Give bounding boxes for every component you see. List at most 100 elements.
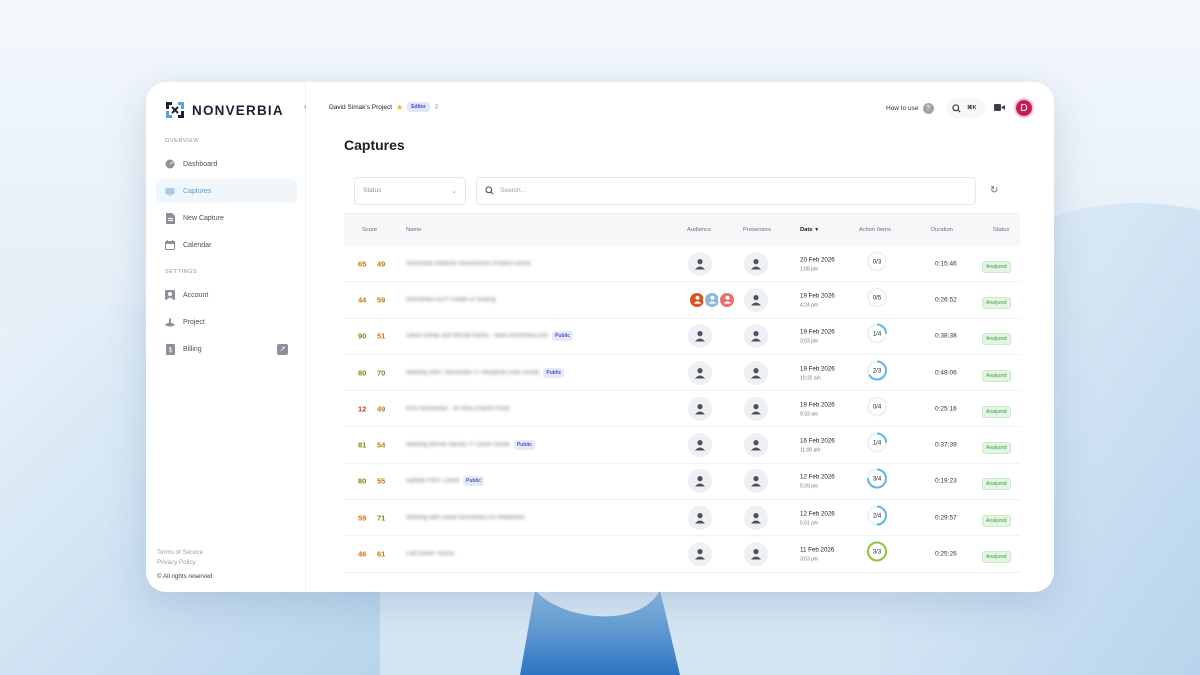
duration: 0:25:26 xyxy=(935,550,957,558)
search-placeholder: Search... xyxy=(500,187,527,194)
public-badge: Public xyxy=(513,440,535,451)
project-switcher[interactable]: David Simak's Project ★ Editor ⇕ xyxy=(329,102,440,112)
capture-name-cell[interactable]: Meeting Intro: Nonverbia <> Mustpola (Si… xyxy=(406,367,565,378)
table-row[interactable]: 80 55 Update Pitch: David Public 12 Feb 2026… xyxy=(344,464,1020,501)
how-to-use-button[interactable]: How to use ? xyxy=(886,103,934,114)
presenters-cell xyxy=(744,251,768,276)
sidebar-item-calendar[interactable]: Calendar xyxy=(156,233,297,257)
date-cell: 19 Feb 2026 4:24 pm xyxy=(800,290,835,309)
capture-name-cell[interactable]: Intro Nonverbia - 30 mins (Panel Pivot) xyxy=(406,406,509,412)
status-badge: Analyzed xyxy=(982,514,1011,527)
user-avatar[interactable]: D xyxy=(1014,98,1034,118)
capture-time: 1:08 pm xyxy=(800,266,819,273)
header-date[interactable]: Date ▼ xyxy=(800,227,819,233)
status-filter[interactable]: Status ⌄ xyxy=(354,176,466,205)
audience-avatars[interactable] xyxy=(688,290,736,309)
audience-avatar[interactable] xyxy=(688,251,712,276)
table-row[interactable]: 65 49 Nonverbia Website NeuroDemo Product … xyxy=(344,246,1020,283)
score-secondary: 55 xyxy=(377,476,386,486)
capture-name-cell[interactable]: Nonverbia GCP Credits & Scaling xyxy=(406,297,496,303)
capture-name: Update Pitch: David xyxy=(406,478,460,485)
command-search-button[interactable]: ⌘K xyxy=(946,98,986,118)
audience-avatar[interactable] xyxy=(688,505,712,530)
header-name[interactable]: Name xyxy=(406,227,421,233)
sort-desc-icon: ▼ xyxy=(814,227,820,233)
header-duration[interactable]: Duration xyxy=(931,227,953,233)
status-badge: Analyzed xyxy=(982,296,1011,309)
terms-link[interactable]: Terms of Service xyxy=(157,548,212,558)
presenter-avatar[interactable] xyxy=(744,542,768,567)
table-row[interactable]: 81 54 Meeting Michal Vacula <> David Simak… xyxy=(344,427,1020,464)
table-header: Score Name Audience Presenters Date ▼ Ac… xyxy=(344,214,1020,246)
table-row[interactable]: 80 70 Meeting Intro: Nonverbia <> Mustpola… xyxy=(344,355,1020,392)
table-row[interactable]: 12 49 Intro Nonverbia - 30 mins (Panel Piv… xyxy=(344,391,1020,428)
sidebar-item-account[interactable]: Account xyxy=(156,283,297,307)
refresh-icon[interactable]: ↻ xyxy=(990,185,998,196)
collapse-sidebar-icon[interactable]: ‹ xyxy=(304,102,307,111)
action-items-ring[interactable]: 1/4 xyxy=(865,431,889,460)
presenter-avatar[interactable] xyxy=(744,287,768,312)
table-row[interactable]: 46 61 Call David- Huzza 11 Feb 2026 3:03 pm 3… xyxy=(344,536,1020,573)
header-presenters[interactable]: Presenters xyxy=(743,227,771,233)
capture-name-cell[interactable]: Update Pitch: David Public xyxy=(406,476,485,487)
header-audience[interactable]: Audience xyxy=(687,227,711,233)
capture-date: 19 Feb 2026 xyxy=(800,365,835,373)
table-row[interactable]: 44 59 Nonverbia GCP Credits & Scaling 19 Fe… xyxy=(344,282,1020,319)
action-items-ring[interactable]: 3/4 xyxy=(865,467,889,496)
captures-icon xyxy=(165,186,175,197)
action-items-ring[interactable]: 0/3 xyxy=(865,249,889,278)
sidebar-item-captures[interactable]: Captures xyxy=(156,179,297,203)
privacy-link[interactable]: Privacy Policy xyxy=(157,558,212,568)
sidebar: NONVERBIA OVERVIEW Dashboard Captures Ne… xyxy=(146,82,306,592)
video-icon[interactable] xyxy=(994,103,1005,112)
date-cell: 19 Feb 2026 3:03 pm xyxy=(800,327,835,346)
help-icon: ? xyxy=(922,103,934,114)
capture-name-cell[interactable]: Meeting with David Nonverbia UX Redefine… xyxy=(406,515,525,521)
audience-avatar[interactable] xyxy=(688,396,712,421)
action-items-ring[interactable]: 0/5 xyxy=(865,285,889,314)
table-row[interactable]: 59 71 Meeting with David Nonverbia UX Rede… xyxy=(344,500,1020,537)
sidebar-item-new-capture[interactable]: New Capture xyxy=(156,206,297,230)
capture-name-cell[interactable]: David Simak and Michal Kanes - www.nonve… xyxy=(406,331,574,342)
action-items-ring[interactable]: 2/4 xyxy=(865,503,889,532)
action-items-ring[interactable]: 2/3 xyxy=(865,358,889,387)
action-items-ring[interactable]: 3/3 xyxy=(865,540,889,569)
audience-cell xyxy=(688,324,712,349)
score-primary: 59 xyxy=(358,513,367,523)
presenter-avatar[interactable] xyxy=(744,360,768,385)
header-score[interactable]: Score xyxy=(362,227,377,233)
capture-name-cell[interactable]: Call David- Huzza xyxy=(406,551,454,557)
action-items-ring[interactable]: 1/4 xyxy=(865,322,889,351)
capture-time: 11:00 am xyxy=(800,447,821,454)
header-status[interactable]: Status xyxy=(993,227,1009,233)
presenter-avatar[interactable] xyxy=(744,505,768,530)
audience-avatar[interactable] xyxy=(688,433,712,458)
audience-avatar[interactable] xyxy=(688,469,712,494)
capture-name-cell[interactable]: Meeting Michal Vacula <> David Simak Publ… xyxy=(406,440,535,451)
presenter-avatar[interactable] xyxy=(744,469,768,494)
table-row[interactable]: 90 51 David Simak and Michal Kanes - www.n… xyxy=(344,319,1020,355)
presenters-cell xyxy=(744,360,768,385)
presenter-avatar[interactable] xyxy=(744,396,768,421)
duration: 0:15:46 xyxy=(935,260,957,268)
presenters-cell xyxy=(744,542,768,567)
status-cell: Analyzed xyxy=(982,255,1011,273)
presenter-avatar[interactable] xyxy=(744,251,768,276)
audience-avatar[interactable] xyxy=(688,542,712,567)
audience-avatar[interactable] xyxy=(688,360,712,385)
external-link-icon[interactable]: ↗ xyxy=(277,343,288,355)
search-input[interactable]: Search... xyxy=(476,176,976,205)
header-action-items[interactable]: Action Items xyxy=(859,227,891,233)
sidebar-item-billing[interactable]: $ Billing ↗ xyxy=(156,337,297,361)
capture-name-cell[interactable]: Nonverbia Website NeuroDemo Product Demo xyxy=(406,261,531,267)
action-items-ring[interactable]: 0/4 xyxy=(865,394,889,423)
capture-time: 3:03 pm xyxy=(800,338,819,345)
presenter-avatar[interactable] xyxy=(744,433,768,458)
logo[interactable]: NONVERBIA xyxy=(164,100,297,120)
status-badge: Analyzed xyxy=(982,405,1011,418)
presenter-avatar[interactable] xyxy=(744,324,768,349)
sidebar-item-project[interactable]: Project xyxy=(156,310,297,334)
sidebar-item-dashboard[interactable]: Dashboard xyxy=(156,152,297,176)
audience-avatar[interactable] xyxy=(688,324,712,349)
presenters-cell xyxy=(744,324,768,349)
